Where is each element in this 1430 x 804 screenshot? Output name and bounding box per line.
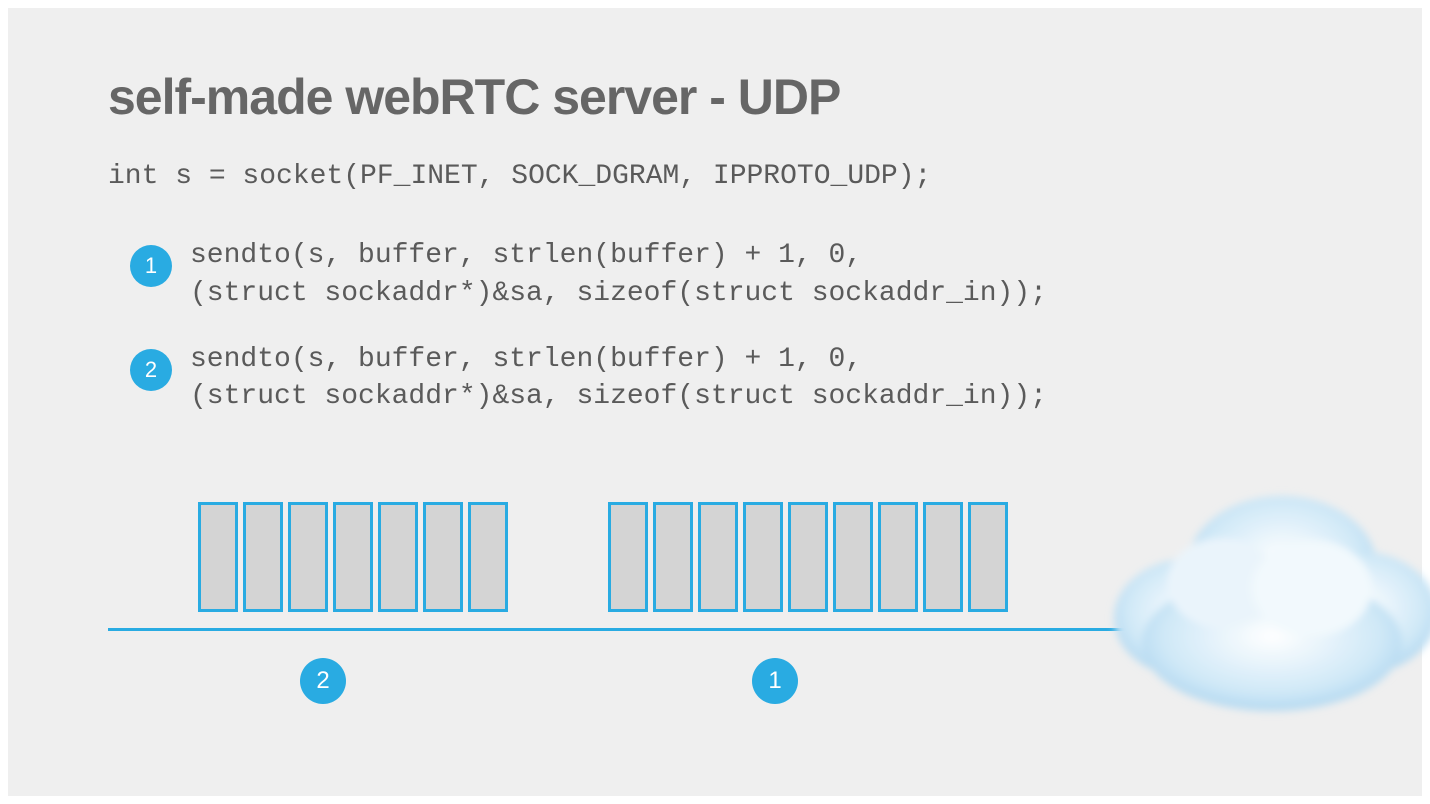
packet [288, 502, 328, 612]
packet [743, 502, 783, 612]
timeline-badge-left: 2 [300, 658, 346, 704]
timeline-arrow-line [108, 628, 1153, 631]
packet [333, 502, 373, 612]
code-text-1: sendto(s, buffer, strlen(buffer) + 1, 0,… [190, 237, 1047, 313]
packet [968, 502, 1008, 612]
packet [788, 502, 828, 612]
packet [653, 502, 693, 612]
timeline-badge-right: 1 [752, 658, 798, 704]
socket-code-line: int s = socket(PF_INET, SOCK_DGRAM, IPPR… [108, 161, 1322, 192]
packet [198, 502, 238, 612]
bullet-badge-2: 2 [130, 349, 172, 391]
packet [833, 502, 873, 612]
packet [423, 502, 463, 612]
packet [608, 502, 648, 612]
packet-diagram: 2 1 [108, 498, 1322, 758]
packet [378, 502, 418, 612]
slide-container: self-made webRTC server - UDP int s = so… [8, 8, 1422, 796]
packet [698, 502, 738, 612]
packet [878, 502, 918, 612]
packet-group-left [198, 502, 508, 612]
bullet-badge-1: 1 [130, 245, 172, 287]
code-block-1: 1 sendto(s, buffer, strlen(buffer) + 1, … [130, 237, 1322, 313]
timeline-arrow-head [1151, 618, 1173, 640]
slide-title: self-made webRTC server - UDP [108, 68, 1322, 126]
code-block-2: 2 sendto(s, buffer, strlen(buffer) + 1, … [130, 341, 1322, 417]
code-text-2: sendto(s, buffer, strlen(buffer) + 1, 0,… [190, 341, 1047, 417]
packet-group-right [608, 502, 1008, 612]
packet [923, 502, 963, 612]
packet [468, 502, 508, 612]
packet [243, 502, 283, 612]
